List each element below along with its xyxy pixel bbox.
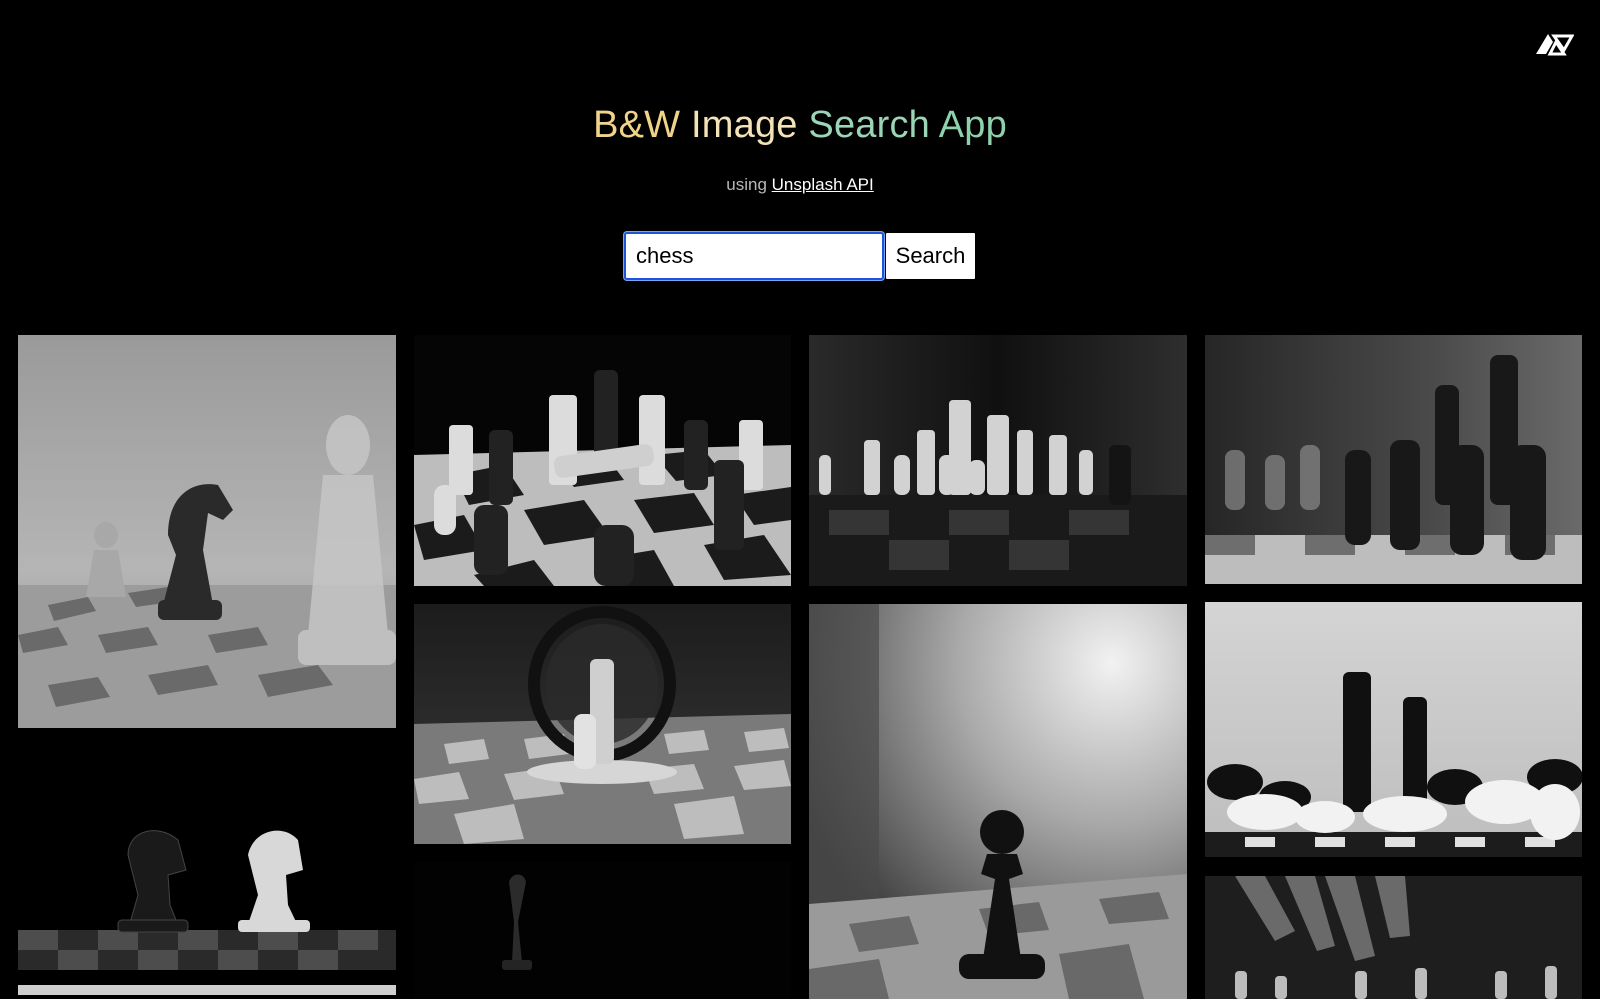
gallery-image[interactable] (18, 335, 396, 728)
gallery-image[interactable] (18, 745, 396, 995)
search-button[interactable]: Search (886, 233, 975, 279)
title-word-4: App (938, 104, 1007, 146)
search-bar: Search (624, 232, 975, 280)
chess-black-pawns-image (1205, 335, 1582, 584)
gallery-image[interactable] (1205, 335, 1582, 584)
gallery-image[interactable] (1205, 876, 1582, 999)
search-input[interactable] (624, 232, 884, 280)
gallery-image[interactable] (1205, 602, 1582, 857)
chess-knights-image (18, 745, 396, 995)
chess-hand-image (1205, 876, 1582, 999)
unsplash-api-link[interactable]: Unsplash API (772, 175, 874, 194)
subtitle-prefix: using (726, 175, 767, 194)
gallery-image[interactable] (809, 604, 1187, 999)
gallery-image[interactable] (414, 604, 791, 844)
subtitle: using Unsplash API (0, 175, 1600, 195)
chess-black-pawn-image (809, 604, 1187, 999)
chess-white-pieces-image (809, 335, 1187, 586)
title-word-2: Image (691, 104, 798, 146)
chess-silhouette-image (414, 862, 791, 999)
title-word-1: B&W (593, 104, 681, 146)
gallery-image[interactable] (414, 862, 791, 999)
app-logo-icon[interactable] (1534, 30, 1575, 60)
page-title: B&W Image Search App (0, 104, 1600, 147)
chess-fallen-pieces-image (1205, 602, 1582, 857)
gallery-image[interactable] (809, 335, 1187, 586)
chess-king-glass-image (414, 604, 791, 844)
chess-knight-image (18, 335, 396, 728)
chess-board-pieces-image (414, 335, 791, 586)
title-word-3: Search (808, 104, 931, 146)
gallery-image[interactable] (414, 335, 791, 586)
